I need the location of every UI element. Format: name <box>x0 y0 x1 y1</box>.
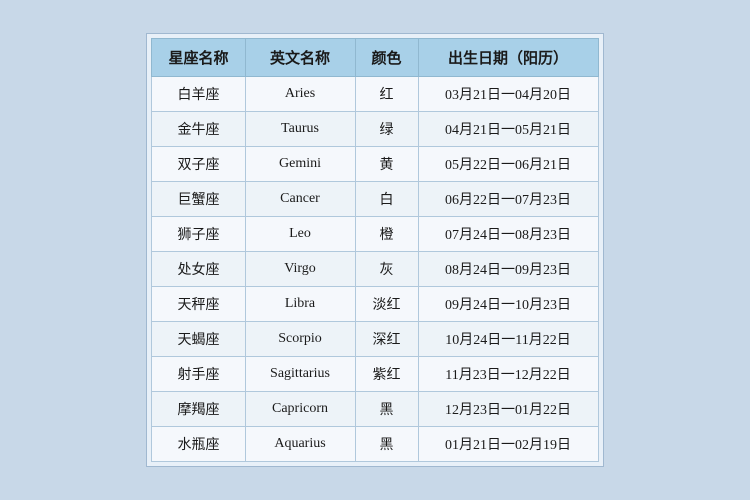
cell-color: 黄 <box>355 147 418 182</box>
cell-english-name: Aquarius <box>245 427 355 462</box>
cell-color: 淡红 <box>355 287 418 322</box>
cell-chinese-name: 射手座 <box>152 357 245 392</box>
cell-chinese-name: 白羊座 <box>152 77 245 112</box>
cell-english-name: Aries <box>245 77 355 112</box>
cell-chinese-name: 天蝎座 <box>152 322 245 357</box>
cell-english-name: Scorpio <box>245 322 355 357</box>
cell-birth-date: 01月21日一02月19日 <box>418 427 598 462</box>
cell-chinese-name: 巨蟹座 <box>152 182 245 217</box>
cell-birth-date: 06月22日一07月23日 <box>418 182 598 217</box>
cell-color: 深红 <box>355 322 418 357</box>
cell-birth-date: 08月24日一09月23日 <box>418 252 598 287</box>
cell-chinese-name: 摩羯座 <box>152 392 245 427</box>
cell-english-name: Virgo <box>245 252 355 287</box>
cell-birth-date: 05月22日一06月21日 <box>418 147 598 182</box>
cell-english-name: Sagittarius <box>245 357 355 392</box>
cell-birth-date: 10月24日一11月22日 <box>418 322 598 357</box>
cell-chinese-name: 狮子座 <box>152 217 245 252</box>
table-row: 白羊座Aries红03月21日一04月20日 <box>152 77 598 112</box>
table-body: 白羊座Aries红03月21日一04月20日金牛座Taurus绿04月21日一0… <box>152 77 598 462</box>
cell-chinese-name: 水瓶座 <box>152 427 245 462</box>
cell-color: 紫红 <box>355 357 418 392</box>
cell-color: 白 <box>355 182 418 217</box>
header-english-name: 英文名称 <box>245 39 355 77</box>
cell-color: 红 <box>355 77 418 112</box>
table-row: 金牛座Taurus绿04月21日一05月21日 <box>152 112 598 147</box>
cell-english-name: Cancer <box>245 182 355 217</box>
cell-birth-date: 07月24日一08月23日 <box>418 217 598 252</box>
cell-color: 绿 <box>355 112 418 147</box>
table-row: 双子座Gemini黄05月22日一06月21日 <box>152 147 598 182</box>
cell-color: 灰 <box>355 252 418 287</box>
table-row: 水瓶座Aquarius黑01月21日一02月19日 <box>152 427 598 462</box>
table-row: 摩羯座Capricorn黑12月23日一01月22日 <box>152 392 598 427</box>
header-birth-date: 出生日期（阳历） <box>418 39 598 77</box>
cell-english-name: Taurus <box>245 112 355 147</box>
zodiac-table-container: 星座名称 英文名称 颜色 出生日期（阳历） 白羊座Aries红03月21日一04… <box>146 33 603 467</box>
table-row: 射手座Sagittarius紫红11月23日一12月22日 <box>152 357 598 392</box>
cell-english-name: Leo <box>245 217 355 252</box>
table-row: 巨蟹座Cancer白06月22日一07月23日 <box>152 182 598 217</box>
table-header-row: 星座名称 英文名称 颜色 出生日期（阳历） <box>152 39 598 77</box>
cell-english-name: Gemini <box>245 147 355 182</box>
header-chinese-name: 星座名称 <box>152 39 245 77</box>
cell-birth-date: 03月21日一04月20日 <box>418 77 598 112</box>
cell-color: 黑 <box>355 392 418 427</box>
table-row: 处女座Virgo灰08月24日一09月23日 <box>152 252 598 287</box>
table-row: 天秤座Libra淡红09月24日一10月23日 <box>152 287 598 322</box>
cell-birth-date: 09月24日一10月23日 <box>418 287 598 322</box>
cell-birth-date: 04月21日一05月21日 <box>418 112 598 147</box>
cell-birth-date: 11月23日一12月22日 <box>418 357 598 392</box>
table-row: 狮子座Leo橙07月24日一08月23日 <box>152 217 598 252</box>
table-row: 天蝎座Scorpio深红10月24日一11月22日 <box>152 322 598 357</box>
cell-english-name: Libra <box>245 287 355 322</box>
cell-chinese-name: 天秤座 <box>152 287 245 322</box>
cell-chinese-name: 双子座 <box>152 147 245 182</box>
cell-birth-date: 12月23日一01月22日 <box>418 392 598 427</box>
header-color: 颜色 <box>355 39 418 77</box>
cell-chinese-name: 处女座 <box>152 252 245 287</box>
cell-chinese-name: 金牛座 <box>152 112 245 147</box>
zodiac-table: 星座名称 英文名称 颜色 出生日期（阳历） 白羊座Aries红03月21日一04… <box>151 38 598 462</box>
cell-english-name: Capricorn <box>245 392 355 427</box>
cell-color: 黑 <box>355 427 418 462</box>
cell-color: 橙 <box>355 217 418 252</box>
